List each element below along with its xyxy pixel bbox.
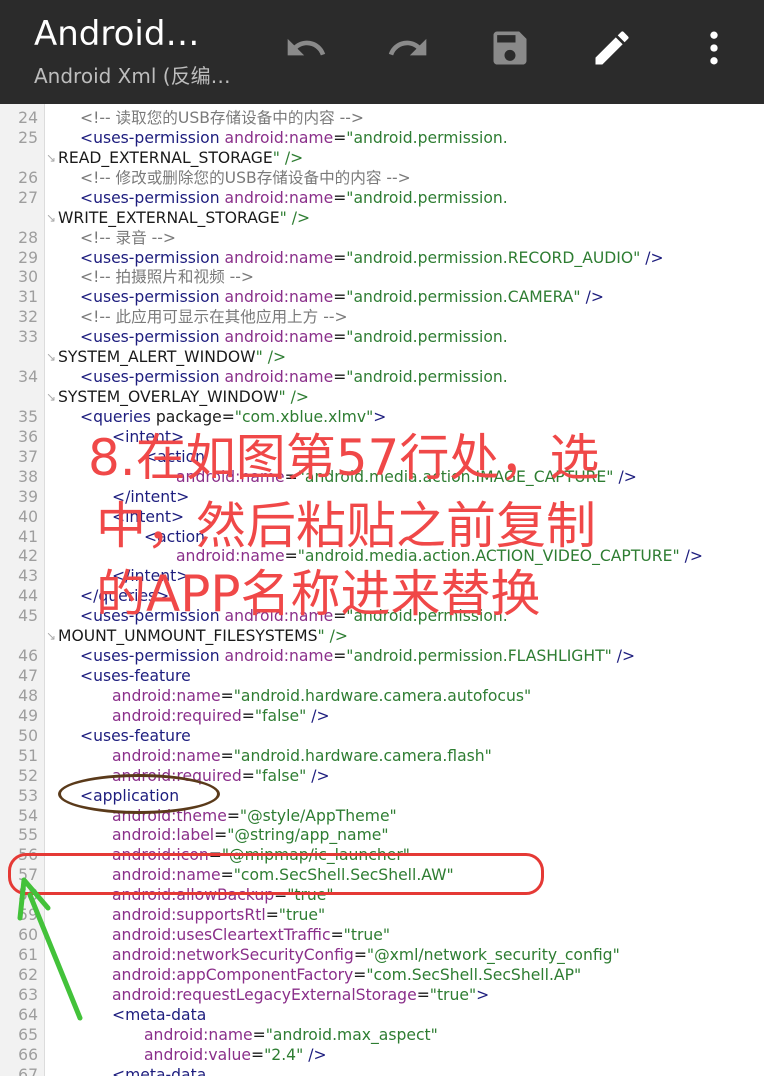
instruction-line-2: 中，然后粘贴之前复制 [96, 497, 596, 555]
instruction-line-1: 8.在如图第57行处，选 [88, 429, 600, 487]
instruction-line-3: 的APP名称进来替换 [96, 565, 541, 623]
